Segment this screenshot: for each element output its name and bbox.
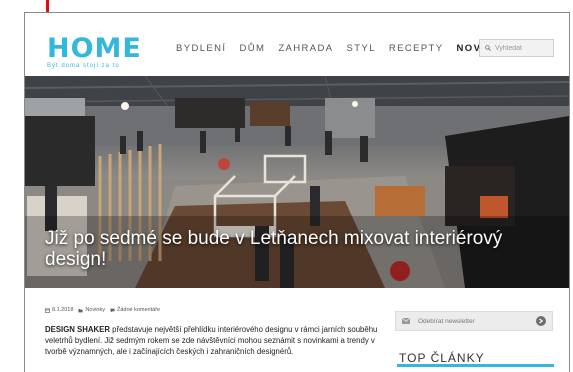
site-logo[interactable]: HOME Být doma stojí za to (47, 33, 142, 69)
top-articles-title: TOP ČLÁNKY (399, 351, 485, 365)
nav-item-recepty[interactable]: RECEPTY (389, 43, 444, 54)
nav-item-styl[interactable]: STYL (347, 43, 376, 54)
arrow-right-icon (539, 318, 544, 324)
search-input[interactable] (491, 44, 553, 52)
page-frame: HOME Být doma stojí za to BYDLENÍ DŮM ZA… (24, 12, 570, 372)
folder-icon (78, 308, 84, 312)
newsletter-signup[interactable]: Odebírat newsletter (395, 311, 553, 331)
newsletter-label: Odebírat newsletter (418, 317, 475, 325)
nav-item-bydleni[interactable]: BYDLENÍ (176, 43, 226, 54)
comment-icon (110, 308, 115, 312)
nav-item-dum[interactable]: DŮM (239, 43, 265, 54)
hero-title[interactable]: Již po sedmé se bude v Letňanech mixovat… (45, 228, 515, 270)
hero-banner[interactable]: Již po sedmé se bude v Letňanech mixovat… (25, 76, 569, 288)
main-nav: BYDLENÍ DŮM ZAHRADA STYL RECEPTY NOVINKY (176, 43, 523, 54)
mail-icon (402, 318, 410, 324)
nav-item-zahrada[interactable]: ZAHRADA (278, 43, 333, 54)
top-articles-underline (397, 364, 554, 367)
search-box[interactable] (479, 39, 554, 57)
article-excerpt: DESIGN SHAKER představuje největší přehl… (45, 324, 387, 357)
article-date: 8.1.2018 (52, 307, 74, 313)
calendar-icon (45, 308, 50, 313)
article-meta: 8.1.2018 Novinky Žádné komentáře (45, 307, 160, 313)
site-header: HOME Být doma stojí za to BYDLENÍ DŮM ZA… (25, 13, 569, 76)
article-category[interactable]: Novinky (85, 307, 105, 313)
excerpt-lead: DESIGN SHAKER (45, 325, 110, 334)
logo-text: HOME (47, 33, 142, 64)
article-comments[interactable]: Žádné komentáře (117, 307, 160, 313)
newsletter-submit-button[interactable] (536, 316, 546, 326)
